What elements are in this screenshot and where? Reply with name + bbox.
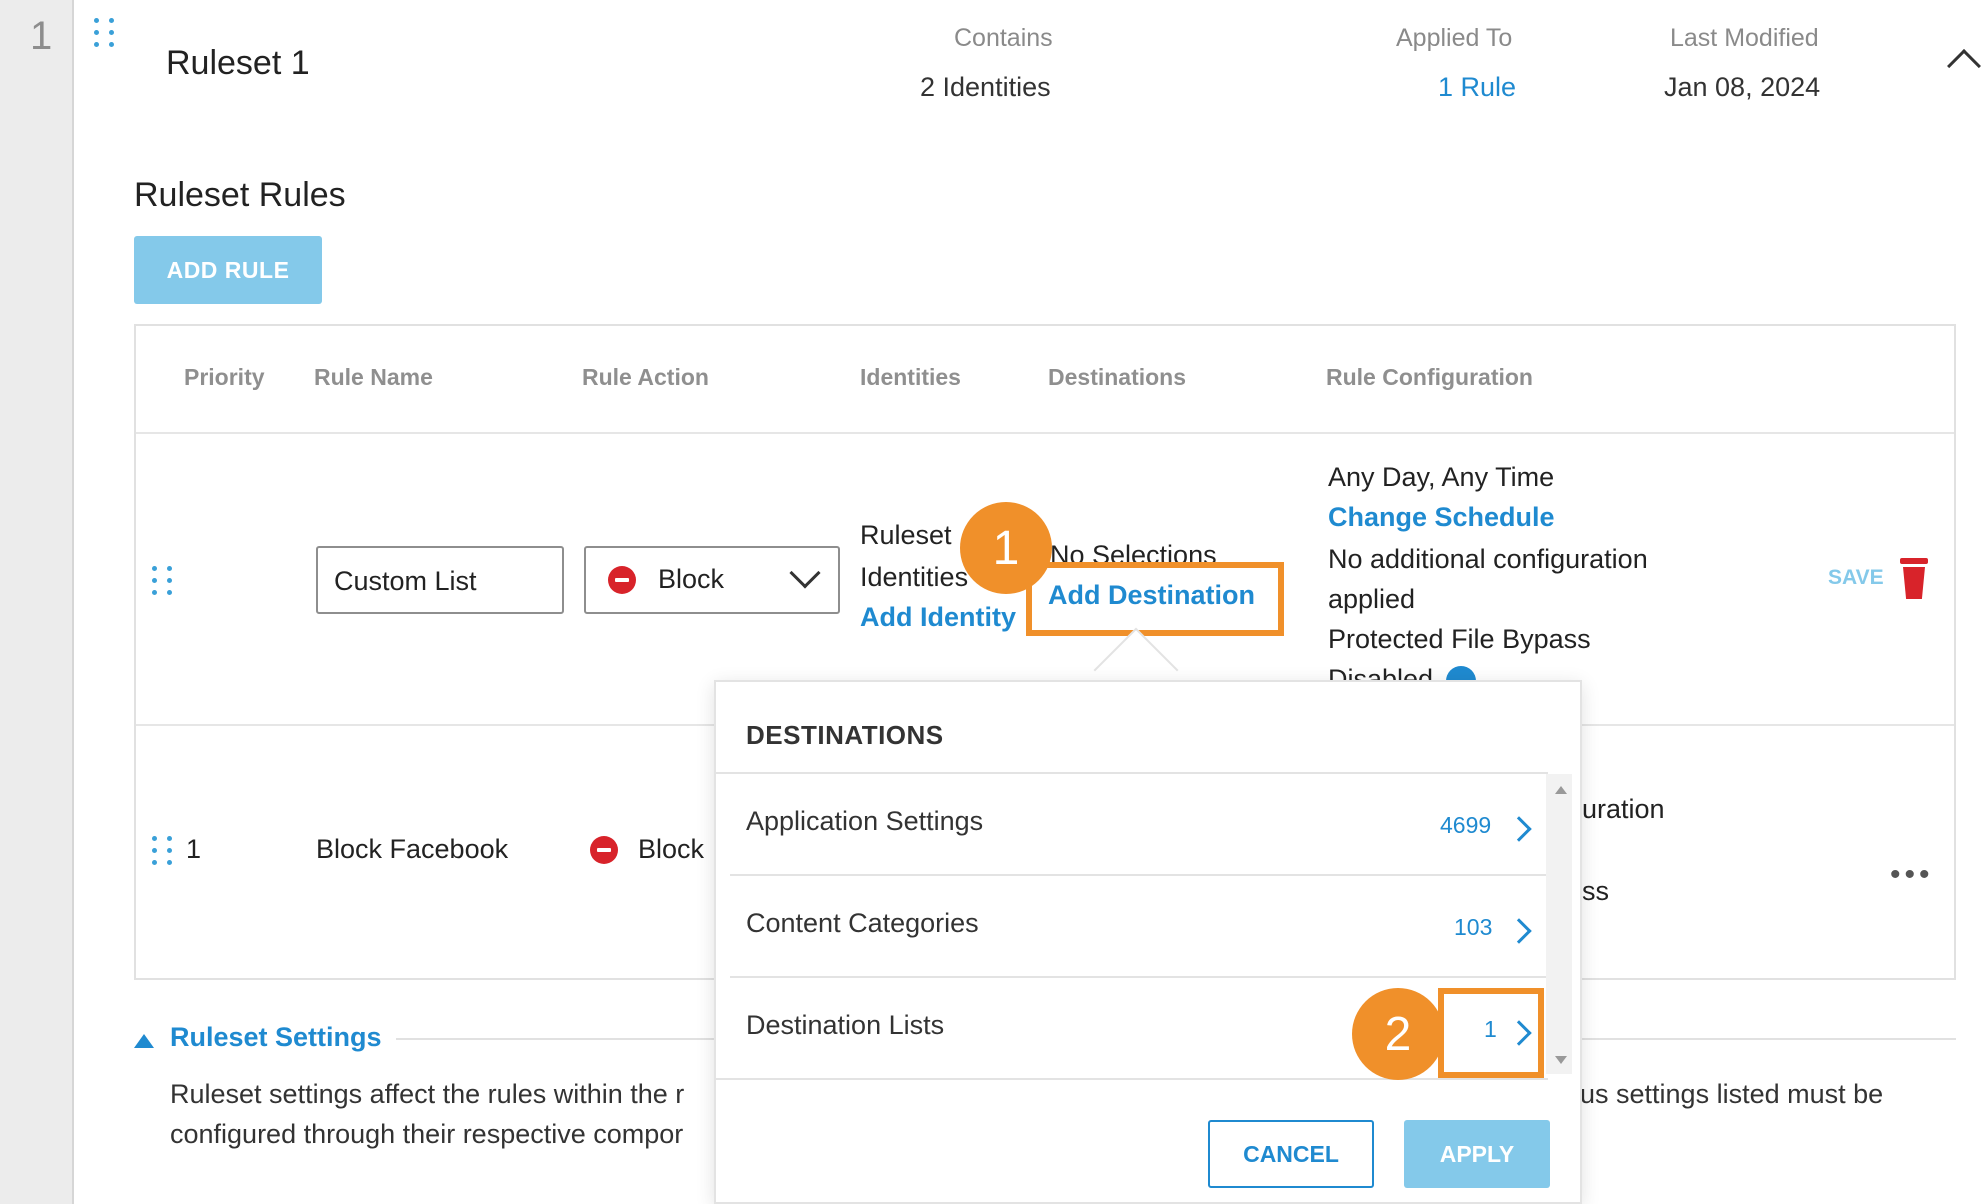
ruleset-title: Ruleset 1	[166, 44, 310, 82]
add-rule-button[interactable]: ADD RULE	[134, 236, 322, 304]
settings-text-line2: configured through their respective comp…	[170, 1119, 684, 1149]
rule-action-value: Block	[658, 564, 725, 594]
cancel-button[interactable]: CANCEL	[1208, 1120, 1374, 1188]
row-number: 1	[30, 14, 53, 58]
chevron-down-icon	[789, 557, 821, 589]
item-count: 103	[1454, 914, 1493, 940]
popover-item-content-categories[interactable]: Content Categories 103	[730, 878, 1546, 974]
collapse-chevron-icon[interactable]	[1947, 49, 1981, 83]
config-line3: Protected File Bypass	[1328, 624, 1591, 654]
applied-to-label: Applied To	[1396, 24, 1513, 52]
scroll-down-arrow-icon[interactable]	[1555, 1056, 1567, 1064]
identities-line1: Ruleset	[860, 520, 952, 550]
config-line4-clip: Disabled	[1328, 656, 1668, 682]
last-modified-value: Jan 08, 2024	[1664, 72, 1821, 102]
add-destination-link[interactable]: Add Destination	[1048, 580, 1255, 611]
header-divider	[136, 432, 1954, 434]
header-priority: Priority	[184, 364, 265, 390]
item-label: Destination Lists	[746, 1010, 945, 1040]
row2-block-icon	[590, 836, 618, 864]
popover-title: DESTINATIONS	[746, 720, 944, 750]
applied-to-link[interactable]: 1 Rule	[1438, 72, 1516, 103]
rule-action-select[interactable]: Block	[584, 546, 840, 614]
popover-title-divider	[716, 772, 1548, 774]
item-label: Application Settings	[746, 806, 984, 836]
callout-badge-2: 2	[1352, 988, 1444, 1080]
popover-scrollbar[interactable]	[1546, 774, 1572, 1074]
popover-divider	[730, 874, 1546, 876]
popover-footer-divider	[716, 1078, 1548, 1080]
identities-line2: Identities	[860, 562, 969, 592]
header-rule-action: Rule Action	[582, 364, 709, 390]
config-line2: applied	[1328, 584, 1416, 614]
header-identities: Identities	[860, 364, 961, 390]
apply-button[interactable]: APPLY	[1404, 1120, 1550, 1188]
block-icon	[608, 566, 636, 594]
config-schedule: Any Day, Any Time	[1328, 462, 1555, 492]
save-link[interactable]: SAVE	[1828, 566, 1884, 590]
chevron-right-icon	[1506, 918, 1532, 944]
expand-triangle-icon[interactable]	[134, 1034, 154, 1048]
callout-badge-1: 1	[960, 502, 1052, 594]
scroll-up-arrow-icon[interactable]	[1555, 786, 1567, 794]
header-destinations: Destinations	[1048, 364, 1187, 390]
contains-label: Contains	[954, 24, 1053, 52]
popover-item-application-settings[interactable]: Application Settings 4699	[730, 776, 1546, 872]
last-modified-label: Last Modified	[1670, 24, 1819, 52]
contains-value: 2 Identities	[920, 72, 1051, 102]
item-label: Content Categories	[746, 908, 979, 938]
item-count: 4699	[1440, 812, 1492, 838]
row2-config-fragment1: uration	[1582, 794, 1665, 824]
settings-text-right: us settings listed must be	[1580, 1079, 1884, 1109]
change-schedule-link[interactable]: Change Schedule	[1328, 502, 1555, 533]
row2-rule-name: Block Facebook	[316, 834, 509, 864]
trash-icon[interactable]	[1900, 558, 1928, 600]
row2-action: Block	[638, 834, 705, 864]
row2-config-fragment2: ss	[1582, 876, 1609, 906]
ruleset-drag-handle-icon[interactable]	[94, 18, 116, 47]
ruleset-rules-title: Ruleset Rules	[134, 176, 346, 214]
popover-divider	[730, 976, 1546, 978]
ruleset-settings-toggle[interactable]: Ruleset Settings	[170, 1022, 382, 1053]
destination-lists-highlight	[1438, 988, 1544, 1078]
edit-row-drag-handle-icon[interactable]	[152, 566, 174, 595]
chevron-right-icon	[1506, 816, 1532, 842]
more-options-icon[interactable]: •••	[1890, 858, 1934, 892]
config-line1: No additional configuration	[1328, 544, 1648, 574]
header-rule-name: Rule Name	[314, 364, 433, 390]
settings-text-line1: Ruleset settings affect the rules within…	[170, 1079, 685, 1109]
row2-drag-handle-icon[interactable]	[152, 836, 174, 865]
header-rule-configuration: Rule Configuration	[1326, 364, 1533, 390]
left-gutter: 1	[0, 0, 74, 1204]
add-identity-link[interactable]: Add Identity	[860, 602, 1016, 633]
row2-priority: 1	[186, 834, 202, 864]
rule-name-input[interactable]: Custom List	[316, 546, 564, 614]
